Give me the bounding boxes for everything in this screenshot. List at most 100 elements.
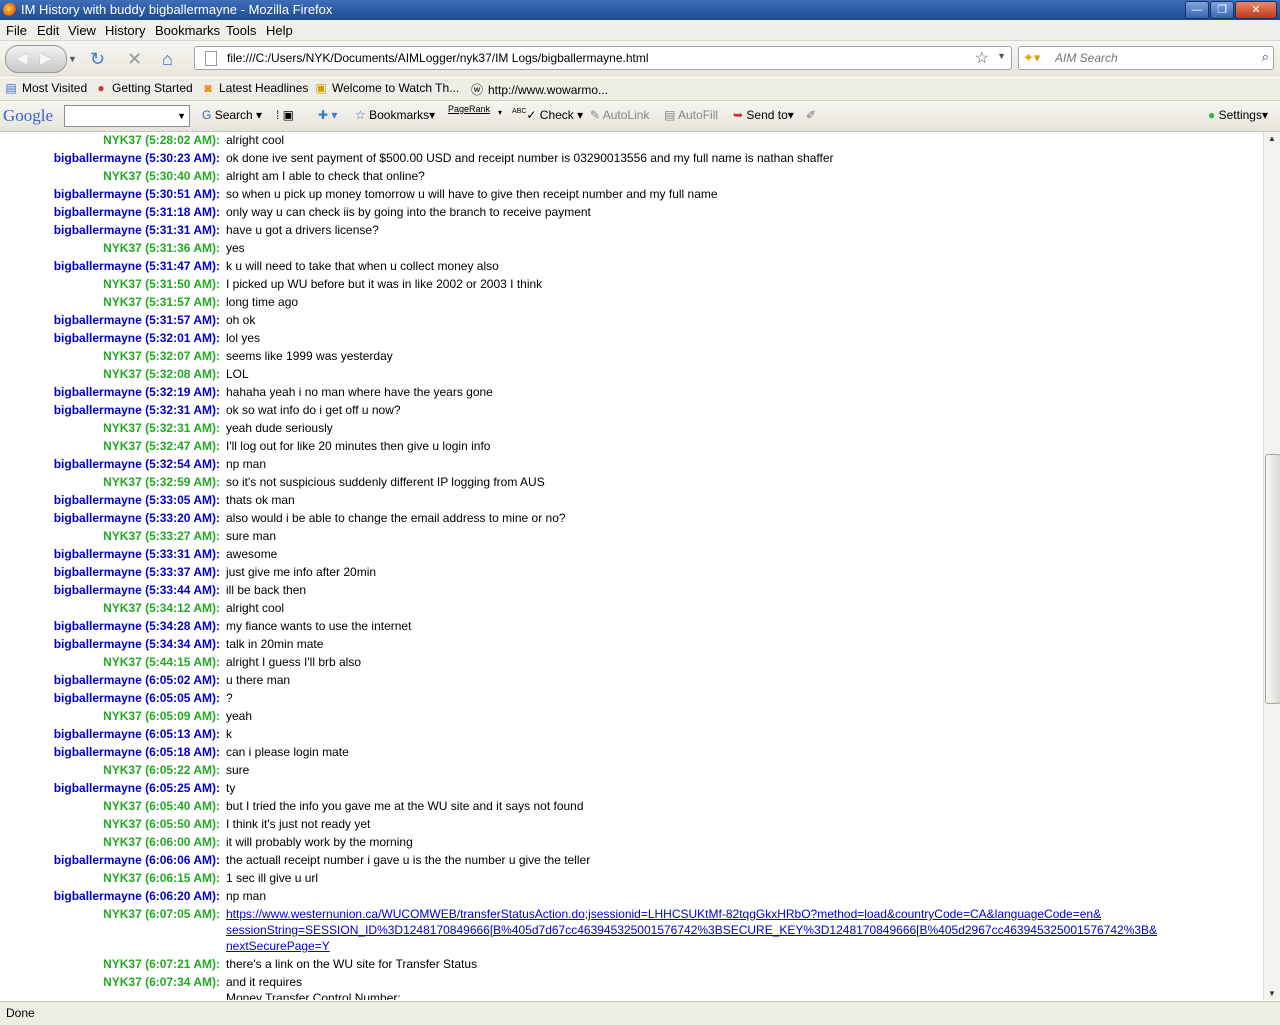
sender-name: bigballermayne (53, 673, 142, 687)
url-dropdown-icon[interactable]: ▼ (997, 51, 1006, 61)
message-time: (6:05:05 AM): (145, 691, 220, 705)
sender-name: NYK37 (103, 601, 142, 615)
settings-button[interactable]: ● Settings▾ (1208, 108, 1268, 122)
bookmark-welcome[interactable]: ▣ Welcome to Watch Th... (314, 81, 459, 95)
western-union-link[interactable]: sessionString=SESSION_ID%3D1248170849666… (226, 923, 1157, 937)
message-text: only way u can check iis by going into t… (226, 205, 591, 219)
sender-name: bigballermayne (53, 313, 142, 327)
scrollbar-thumb[interactable] (1265, 454, 1280, 704)
menu-edit[interactable]: Edit (37, 23, 59, 38)
chat-message: NYK37 (5:32:47 AM): I'll log out for like… (0, 438, 1263, 456)
message-sender: NYK37 (5:31:57 AM): (103, 295, 220, 309)
menu-view[interactable]: View (68, 23, 96, 38)
google-search-button[interactable]: G Search ▾ (202, 108, 262, 122)
aim-search-engine-icon[interactable]: ✦▾ (1023, 50, 1040, 66)
sender-name: NYK37 (103, 957, 142, 971)
add-button[interactable]: ✚ ▾ (318, 108, 337, 122)
google-extra-buttons[interactable]: ⁞ ▣ (276, 108, 294, 122)
search-icon[interactable]: ⌕ (1262, 49, 1269, 65)
message-time: (5:33:44 AM): (145, 583, 220, 597)
scroll-down-icon[interactable]: ▼ (1268, 989, 1276, 998)
vertical-scrollbar[interactable]: ▲ ▼ (1263, 132, 1280, 1000)
minimize-button[interactable]: — (1185, 1, 1209, 19)
send-to-button[interactable]: ➥ Send to▾ (733, 108, 794, 122)
history-dropdown-icon[interactable]: ▼ (68, 54, 77, 64)
back-arrow-icon[interactable]: ◀ (16, 49, 28, 67)
google-search-box[interactable]: ▼ (64, 105, 190, 127)
message-link[interactable]: nextSecurePage=Y (226, 939, 330, 953)
im-log-content: NYK37 (5:28:02 AM): alright cool bigballer… (0, 132, 1263, 1000)
url-text[interactable]: file:///C:/Users/NYK/Documents/AIMLogger… (227, 51, 649, 65)
forward-arrow-icon[interactable]: ▶ (40, 49, 52, 67)
menu-bookmarks[interactable]: Bookmarks (155, 23, 220, 38)
message-time: (5:32:08 AM): (145, 367, 220, 381)
bookmark-getting-started[interactable]: ● Getting Started (94, 81, 192, 95)
scroll-up-icon[interactable]: ▲ (1268, 134, 1276, 143)
message-link[interactable]: sessionString=SESSION_ID%3D1248170849666… (226, 923, 1157, 937)
sender-name: bigballermayne (53, 853, 142, 867)
pagerank-indicator[interactable]: PageRank (448, 104, 490, 114)
chat-message: NYK37 (6:05:09 AM): yeah (0, 708, 1263, 726)
stop-icon[interactable]: ✕ (127, 49, 142, 70)
menu-history[interactable]: History (105, 23, 145, 38)
message-time: (5:32:31 AM): (145, 421, 220, 435)
bookmarks-button[interactable]: ☆ Bookmarks▾ (355, 108, 435, 122)
message-text: can i please login mate (226, 745, 349, 759)
most-visited-icon: ▤ (5, 81, 17, 95)
message-time: (6:06:15 AM): (145, 871, 220, 885)
back-forward-buttons[interactable]: ◀ ▶ (5, 45, 67, 73)
spell-check-button[interactable]: ABC✓ Check ▾ (512, 108, 583, 122)
message-text: np man (226, 457, 267, 471)
menu-file[interactable]: File (6, 23, 27, 38)
firefox-icon (3, 3, 17, 17)
message-text: alright I guess I'll brb also (226, 655, 362, 669)
sender-name: bigballermayne (53, 745, 142, 759)
message-sender: bigballermayne (5:31:57 AM): (54, 313, 220, 327)
chat-message: bigballermayne (5:34:28 AM): my fiance wa… (0, 618, 1263, 636)
message-time: (5:34:12 AM): (145, 601, 220, 615)
google-logo[interactable]: Google (3, 106, 53, 126)
western-union-link[interactable]: nextSecurePage=Y (226, 939, 330, 953)
message-time: (6:05:18 AM): (145, 745, 220, 759)
message-text: and it requires (226, 975, 303, 989)
chat-message: bigballermayne (6:06:06 AM): the actuall … (0, 852, 1263, 870)
autolink-button[interactable]: ✎ AutoLink (590, 108, 649, 122)
western-union-link[interactable]: https://www.westernunion.ca/WUCOMWEB/tra… (226, 907, 1101, 921)
chat-message: NYK37 (5:32:07 AM): seems like 1999 was y… (0, 348, 1263, 366)
message-link[interactable]: https://www.westernunion.ca/WUCOMWEB/tra… (226, 907, 1101, 921)
message-time: (6:05:40 AM): (145, 799, 220, 813)
star-icon: ☆ (355, 108, 366, 122)
message-text: alright cool (226, 133, 285, 147)
pagerank-dropdown-icon[interactable]: ▾ (498, 108, 502, 117)
chat-message: bigballermayne (5:31:31 AM): have u got a… (0, 222, 1263, 240)
message-text: my fiance wants to use the internet (226, 619, 412, 633)
message-time: (5:31:57 AM): (145, 295, 220, 309)
message-text: 1 sec ill give u url (226, 871, 319, 885)
close-button[interactable]: ✕ (1235, 1, 1277, 19)
search-input[interactable] (1053, 49, 1247, 67)
sender-name: NYK37 (103, 871, 142, 885)
bookmark-star-icon[interactable]: ☆ (975, 48, 989, 68)
message-time: (5:34:28 AM): (145, 619, 220, 633)
bookmark-latest-headlines[interactable]: ◙ Latest Headlines (201, 81, 308, 95)
message-time: (5:33:20 AM): (145, 511, 220, 525)
message-sender: NYK37 (6:07:21 AM): (103, 957, 220, 971)
pencil-icon[interactable]: ✐ (806, 108, 816, 122)
home-icon[interactable]: ⌂ (162, 49, 173, 70)
autofill-button[interactable]: ▤ AutoFill (664, 108, 718, 122)
chat-message: bigballermayne (5:31:18 AM): only way u c… (0, 204, 1263, 222)
google-toolbar: Google ▼ G Search ▾ ⁞ ▣ ✚ ▾ ☆ Bookmarks▾… (0, 101, 1280, 132)
chat-message: NYK37 (6:06:00 AM): it will probably work… (0, 834, 1263, 852)
bookmark-most-visited[interactable]: ▤ Most Visited (4, 81, 87, 95)
menu-help[interactable]: Help (266, 23, 293, 38)
chevron-down-icon[interactable]: ▼ (177, 111, 186, 121)
bookmark-wowarmory[interactable]: ⓦ http://www.wowarmo... (470, 81, 608, 98)
maximize-button[interactable]: ❐ (1210, 1, 1234, 19)
message-sender: bigballermayne (6:05:18 AM): (54, 745, 220, 759)
reload-icon[interactable]: ↻ (90, 49, 105, 70)
chat-message: bigballermayne (5:33:31 AM): awesome (0, 546, 1263, 564)
search-bar[interactable]: ✦▾ ⌕ (1018, 46, 1274, 70)
url-bar[interactable]: file:///C:/Users/NYK/Documents/AIMLogger… (194, 46, 1012, 70)
menu-tools[interactable]: Tools (226, 23, 256, 38)
message-text: long time ago (226, 295, 299, 309)
